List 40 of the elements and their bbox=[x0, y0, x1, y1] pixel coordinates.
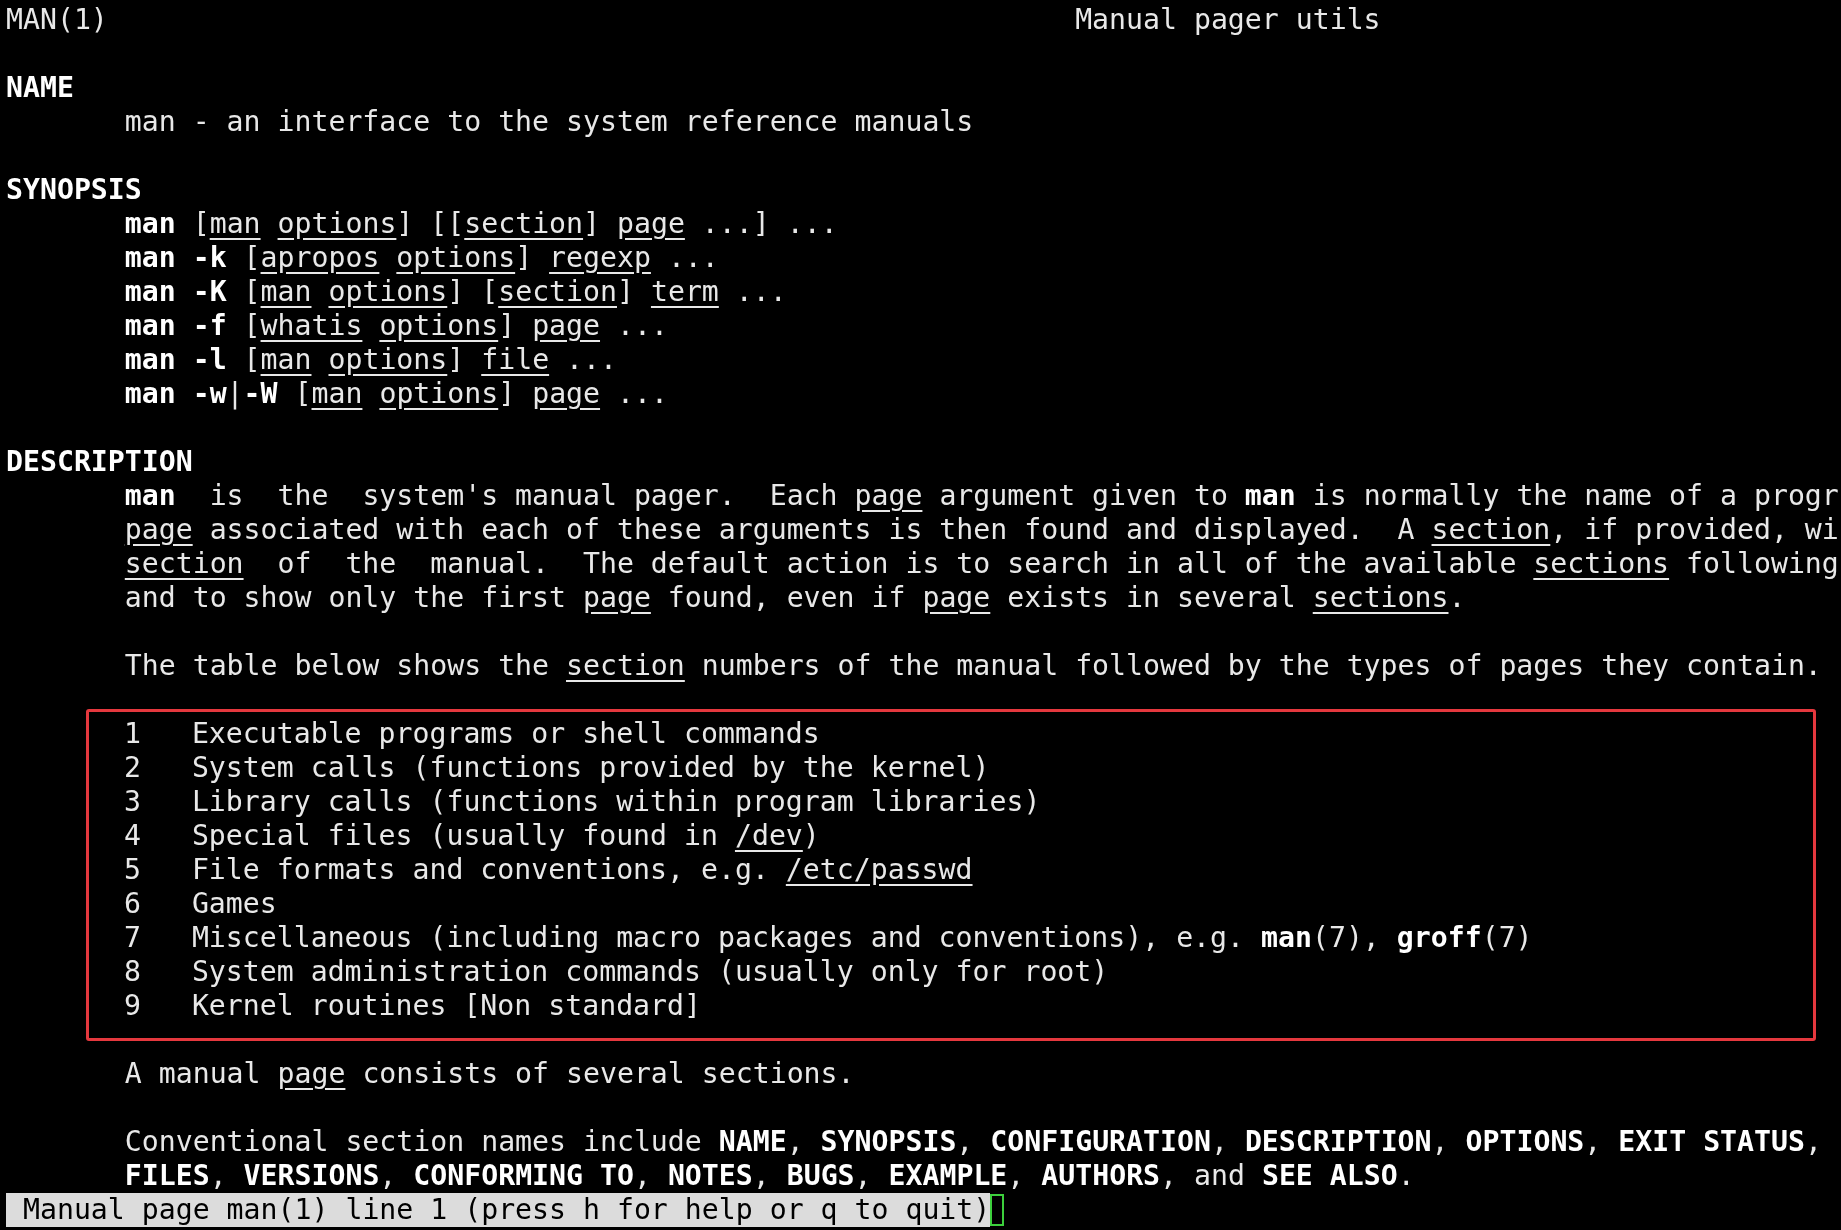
man-page-title: MAN(1) bbox=[6, 3, 109, 37]
man-page-line: Conventional section names include NAME, SYNOPSIS, CONFIGURATION, DESCRIPTION, OPTIONS, EXIT STATUS, bbox=[124, 1125, 1822, 1159]
man-page-line: man [man options] [[section] page ...] ... bbox=[124, 207, 838, 241]
section-number: 6 bbox=[124, 887, 142, 921]
man-page-line: man -l [man options] file ... bbox=[124, 343, 617, 377]
man-page-line: man -k [apropos options] regexp ... bbox=[124, 241, 719, 275]
section-description: Kernel routines [Non standard] bbox=[191, 989, 701, 1023]
section-description: Miscellaneous (including macro packages and conventions), e.g. man(7), groff(7) bbox=[191, 921, 1533, 955]
man-page-line: man is the system's manual pager. Each page argument given to man is normally the name of a progr bbox=[124, 479, 1839, 513]
man-page-line: man -w|-W [man options] page ... bbox=[124, 377, 668, 411]
section-description: System calls (functions provided by the kernel) bbox=[191, 751, 990, 785]
section-number: 9 bbox=[124, 989, 142, 1023]
man-page-line: page associated with each of these arguments is then found and displayed. A section, if provided, wi bbox=[124, 513, 1839, 547]
text-cursor bbox=[990, 1194, 1005, 1226]
section-description: Special files (usually found in /dev) bbox=[191, 819, 820, 853]
man-page-line: The table below shows the section numbers of the manual followed by the types of pages they contain. bbox=[124, 649, 1822, 683]
section-description: Library calls (functions within program libraries) bbox=[191, 785, 1041, 819]
section-description: File formats and conventions, e.g. /etc/passwd bbox=[191, 853, 973, 887]
section-number: 5 bbox=[124, 853, 142, 887]
section-number: 2 bbox=[124, 751, 142, 785]
man-page-line: man -K [man options] [section] term ... bbox=[124, 275, 787, 309]
section-heading: NAME bbox=[6, 71, 74, 105]
section-number: 4 bbox=[124, 819, 142, 853]
man-page-line: man -f [whatis options] page ... bbox=[124, 309, 668, 343]
section-number: 1 bbox=[124, 717, 142, 751]
man-page-line: and to show only the first page found, even if page exists in several sections. bbox=[124, 581, 1466, 615]
section-heading: DESCRIPTION bbox=[6, 445, 193, 479]
section-number: 3 bbox=[124, 785, 142, 819]
section-heading: SYNOPSIS bbox=[6, 173, 142, 207]
man-page-section-title: Manual pager utils bbox=[1075, 3, 1381, 37]
man-page-line: A manual page consists of several sections. bbox=[124, 1057, 855, 1091]
section-number: 7 bbox=[124, 921, 142, 955]
man-page-line: FILES, VERSIONS, CONFORMING TO, NOTES, BUGS, EXAMPLE, AUTHORS, and SEE ALSO. bbox=[124, 1159, 1415, 1193]
status-bar: Manual page man(1) line 1 (press h for help or q to quit) bbox=[6, 1193, 991, 1227]
section-description: Executable programs or shell commands bbox=[191, 717, 820, 751]
section-description: System administration commands (usually only for root) bbox=[191, 955, 1109, 989]
man-page-line: man - an interface to the system reference manuals bbox=[124, 105, 974, 139]
section-description: Games bbox=[191, 887, 277, 921]
man-page-line: section of the manual. The default action is to search in all of the available sections following bbox=[124, 547, 1839, 581]
section-number: 8 bbox=[124, 955, 142, 989]
